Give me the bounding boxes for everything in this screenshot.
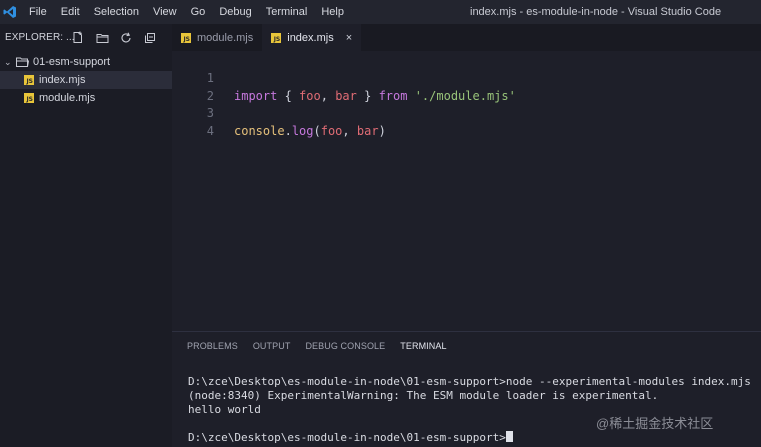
token-punct: . bbox=[284, 124, 292, 138]
close-icon[interactable]: × bbox=[346, 32, 352, 44]
terminal-cursor bbox=[505, 431, 513, 442]
line-number: 4 bbox=[206, 124, 214, 138]
terminal-line: (node:8340) ExperimentalWarning: The ESM… bbox=[188, 389, 659, 402]
collapse-all-icon[interactable] bbox=[143, 31, 157, 45]
terminal-output[interactable]: D:\zce\Desktop\es-module-in-node\01-esm-… bbox=[188, 375, 751, 445]
explorer-sidebar: EXPLORER: ... ⌄ 01-esm-support JS index.… bbox=[0, 24, 172, 447]
file-label: module.mjs bbox=[39, 92, 96, 104]
file-row-index[interactable]: JS index.mjs bbox=[0, 71, 172, 89]
menu-help[interactable]: Help bbox=[314, 0, 351, 24]
code-line: 1 import { foo, bar } from './module.mjs… bbox=[172, 51, 761, 103]
new-folder-icon[interactable] bbox=[95, 31, 109, 45]
menu-go[interactable]: Go bbox=[184, 0, 213, 24]
menu-selection[interactable]: Selection bbox=[87, 0, 146, 24]
menu-edit[interactable]: Edit bbox=[54, 0, 87, 24]
panel-tabs: PROBLEMS OUTPUT DEBUG CONSOLE TERMINAL bbox=[172, 332, 761, 360]
code-line: 4 bbox=[172, 104, 761, 138]
folder-row[interactable]: ⌄ 01-esm-support bbox=[0, 53, 172, 71]
code-line: 3 console.log(foo, bar) bbox=[172, 86, 761, 138]
folder-open-icon bbox=[16, 57, 30, 67]
window-title: index.mjs - es-module-in-node - Visual S… bbox=[470, 6, 722, 18]
file-label: index.mjs bbox=[39, 74, 86, 86]
code-editor[interactable]: 1 import { foo, bar } from './module.mjs… bbox=[172, 51, 761, 331]
menu-file[interactable]: File bbox=[22, 0, 54, 24]
explorer-actions bbox=[71, 31, 157, 45]
menu-view[interactable]: View bbox=[146, 0, 184, 24]
explorer-header: EXPLORER: ... bbox=[0, 24, 172, 51]
tab-problems[interactable]: PROBLEMS bbox=[187, 341, 238, 351]
terminal-prompt-line: D:\zce\Desktop\es-module-in-node\01-esm-… bbox=[188, 431, 751, 445]
new-file-icon[interactable] bbox=[71, 31, 85, 45]
token-identifier: bar bbox=[356, 124, 379, 138]
folder-label: 01-esm-support bbox=[33, 56, 111, 68]
js-file-icon: JS bbox=[181, 32, 191, 43]
refresh-icon[interactable] bbox=[119, 31, 133, 45]
token-punct: ) bbox=[378, 124, 386, 138]
file-tree: ⌄ 01-esm-support JS index.mjs JS module.… bbox=[0, 53, 172, 107]
chevron-down-icon: ⌄ bbox=[4, 56, 12, 67]
token-method: log bbox=[291, 124, 314, 138]
editor-tabs: JS module.mjs JS index.mjs × bbox=[172, 24, 761, 51]
menu-bar: File Edit Selection View Go Debug Termin… bbox=[22, 0, 351, 24]
file-row-module[interactable]: JS module.mjs bbox=[0, 89, 172, 107]
tab-label: index.mjs bbox=[287, 31, 334, 44]
terminal-line: D:\zce\Desktop\es-module-in-node\01-esm-… bbox=[188, 375, 751, 388]
js-file-icon: JS bbox=[24, 75, 34, 85]
js-file-icon: JS bbox=[271, 32, 282, 43]
token-identifier: foo bbox=[320, 124, 343, 138]
title-bar: File Edit Selection View Go Debug Termin… bbox=[0, 0, 761, 24]
terminal-prompt: D:\zce\Desktop\es-module-in-node\01-esm-… bbox=[188, 431, 506, 444]
token-punct: , bbox=[342, 124, 357, 138]
menu-terminal[interactable]: Terminal bbox=[259, 0, 315, 24]
code-line: 2 bbox=[172, 69, 761, 103]
code-text: console.log(foo, bar) bbox=[234, 122, 386, 140]
token-object: console bbox=[234, 124, 285, 138]
watermark: @稀土掘金技术社区 bbox=[596, 416, 714, 431]
tab-index-mjs[interactable]: JS index.mjs × bbox=[262, 24, 362, 51]
tab-output[interactable]: OUTPUT bbox=[253, 341, 291, 351]
js-file-icon: JS bbox=[24, 93, 34, 103]
vscode-logo-icon bbox=[0, 0, 20, 24]
menu-debug[interactable]: Debug bbox=[212, 0, 258, 24]
tab-module-mjs[interactable]: JS module.mjs bbox=[172, 24, 262, 51]
tab-label: module.mjs bbox=[197, 31, 254, 44]
tab-terminal[interactable]: TERMINAL bbox=[400, 341, 446, 351]
explorer-title: EXPLORER: ... bbox=[5, 32, 75, 43]
token-punct: ( bbox=[313, 124, 321, 138]
tab-debug-console[interactable]: DEBUG CONSOLE bbox=[305, 341, 385, 351]
